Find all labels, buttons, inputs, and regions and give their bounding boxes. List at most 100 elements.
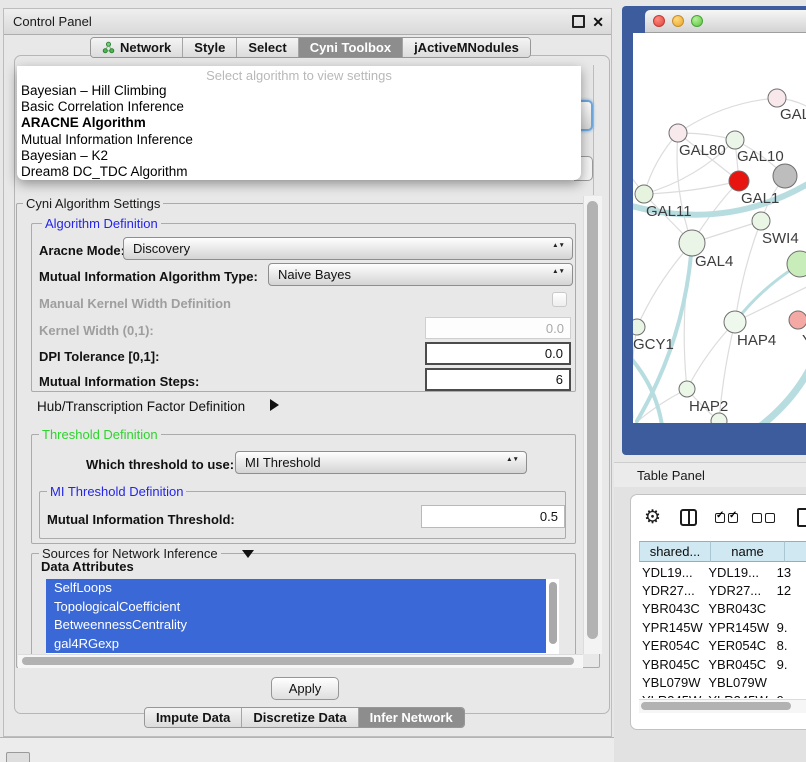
float-window-icon[interactable] — [572, 15, 585, 28]
network-window-titlebar[interactable] — [645, 10, 806, 33]
which-threshold-select[interactable]: MI Threshold ▲▼ — [235, 451, 527, 474]
list-scrollbar[interactable] — [549, 582, 557, 644]
minimize-traffic-light-icon[interactable] — [672, 15, 684, 27]
manual-kernel-label: Manual Kernel Width Definition — [39, 296, 231, 311]
control-panel-titlebar[interactable]: Control Panel ✕ — [4, 9, 611, 35]
tab-jactivemnodules[interactable]: jActiveMNodules — [403, 38, 530, 57]
bottom-tab-discretize-data[interactable]: Discretize Data — [242, 708, 358, 727]
aracne-mode-select[interactable]: Discovery ▲▼ — [123, 237, 573, 260]
attribute-item-topologicalcoefficient[interactable]: TopologicalCoefficient — [46, 598, 546, 617]
corner-button-fragment[interactable] — [6, 752, 30, 762]
table-row[interactable]: YDL19...YDL19...13 — [639, 563, 806, 581]
tab-cyni-toolbox[interactable]: Cyni Toolbox — [299, 38, 403, 57]
dpi-tolerance-field[interactable]: 0.0 — [425, 342, 571, 365]
expander-arrow-down-icon[interactable] — [242, 550, 254, 558]
select-all-checkboxes-icon[interactable] — [715, 513, 738, 523]
network-node-label: HAP4 — [737, 332, 776, 349]
algorithm-option-aracne-algorithm[interactable]: ARACNE Algorithm — [17, 115, 581, 131]
network-node-swi4[interactable] — [752, 212, 770, 230]
column-header-name[interactable]: name — [711, 541, 785, 562]
expander-arrow-right-icon[interactable] — [270, 399, 279, 411]
network-node-gal80[interactable] — [669, 124, 687, 142]
mi-threshold-legend: MI Threshold Definition — [47, 484, 186, 499]
table-row[interactable]: YDR27...YDR27...12 — [639, 581, 806, 599]
apply-button[interactable]: Apply — [271, 677, 339, 700]
tab-style[interactable]: Style — [183, 38, 237, 57]
settings-hscrollbar[interactable] — [18, 654, 583, 668]
network-node-gal10[interactable] — [726, 131, 744, 149]
mi-steps-field[interactable]: 6 — [425, 368, 571, 391]
network-node-gcy1[interactable] — [633, 319, 645, 335]
bottom-tab-impute-data[interactable]: Impute Data — [145, 708, 242, 727]
network-node-label: GAL10 — [737, 148, 784, 165]
network-node-gray1[interactable] — [773, 164, 797, 188]
table-row[interactable]: YPR145WYPR145W9. — [639, 618, 806, 636]
network-node-grnR[interactable] — [787, 251, 806, 277]
network-node-y[interactable] — [789, 311, 806, 329]
table-panel-titlebar[interactable]: Table Panel — [614, 462, 806, 489]
document-icon[interactable] — [797, 508, 806, 527]
attribute-item-selfloops[interactable]: SelfLoops — [46, 579, 546, 598]
dpi-tolerance-label: DPI Tolerance [0,1]: — [39, 349, 159, 364]
top-tabbar: NetworkStyleSelectCyni ToolboxjActiveMNo… — [90, 37, 531, 58]
column-header-a[interactable]: A — [785, 541, 806, 562]
control-panel-title: Control Panel — [4, 14, 92, 29]
network-node-label: GAL1 — [741, 190, 779, 207]
bottom-tabbar: Impute DataDiscretize DataInfer Network — [144, 707, 465, 728]
network-node-gal1[interactable] — [729, 171, 749, 191]
table-rows: YDL19...YDL19...13YDR27...YDR27...12YBR0… — [639, 563, 806, 698]
deselect-checkboxes-icon[interactable] — [752, 513, 775, 523]
network-node-gal11[interactable] — [635, 185, 653, 203]
network-node-label: GAL11 — [646, 203, 692, 220]
algorithm-popup-items: Bayesian – Hill ClimbingBasic Correlatio… — [17, 83, 581, 180]
algorithm-option-basic-correlation-inference[interactable]: Basic Correlation Inference — [17, 99, 581, 115]
table-row[interactable]: YER054CYER054C8. — [639, 637, 806, 655]
close-traffic-light-icon[interactable] — [653, 15, 665, 27]
network-node-hap4[interactable] — [724, 311, 746, 333]
network-canvas[interactable]: GALGAL80GAL10GAL1GAL11SWI4GAL4GCY1HAP4YH… — [633, 33, 806, 423]
close-icon[interactable]: ✕ — [592, 15, 604, 29]
network-node-label: GAL — [780, 106, 806, 123]
table-row[interactable]: YLR345WYLR345W9. — [639, 692, 806, 698]
mi-steps-label: Mutual Information Steps: — [39, 374, 199, 389]
mi-type-label: Mutual Information Algorithm Type: — [39, 269, 258, 284]
data-attributes-list[interactable]: SelfLoopsTopologicalCoefficientBetweenne… — [46, 579, 559, 655]
mi-type-select[interactable]: Naive Bayes ▲▼ — [268, 263, 573, 286]
network-edge — [644, 133, 678, 194]
table-row[interactable]: YBR045CYBR045C9. — [639, 655, 806, 673]
zoom-traffic-light-icon[interactable] — [691, 15, 703, 27]
network-icon — [102, 41, 115, 54]
network-view-window[interactable]: GALGAL80GAL10GAL1GAL11SWI4GAL4GCY1HAP4YH… — [622, 6, 806, 455]
network-node-label: GAL4 — [695, 253, 733, 270]
table-hscrollbar[interactable] — [639, 699, 806, 713]
which-threshold-label: Which threshold to use: — [86, 457, 234, 472]
column-header-shared[interactable]: shared... — [639, 541, 711, 562]
algorithm-option-dream8-dc-tdc-algorithm[interactable]: Dream8 DC_TDC Algorithm — [17, 164, 581, 180]
algorithm-option-mutual-information-inference[interactable]: Mutual Information Inference — [17, 132, 581, 148]
network-edge — [637, 243, 692, 327]
hub-section-expander[interactable]: Hub/Transcription Factor Definition — [37, 399, 245, 414]
tab-network[interactable]: Network — [91, 38, 183, 57]
table-row[interactable]: YBL079WYBL079W — [639, 673, 806, 691]
tab-select[interactable]: Select — [237, 38, 298, 57]
algorithm-option-bayesian-hill-climbing[interactable]: Bayesian – Hill Climbing — [17, 83, 581, 99]
algorithm-option-bayesian-k2[interactable]: Bayesian – K2 — [17, 148, 581, 164]
network-node-gal[interactable] — [768, 89, 786, 107]
combo-arrows-icon: ▲▼ — [506, 456, 519, 463]
bottom-tab-infer-network[interactable]: Infer Network — [359, 708, 464, 727]
control-panel-window: Control Panel ✕ NetworkStyleSelectCyni T… — [3, 8, 612, 737]
attribute-item-gal4rgexp[interactable]: gal4RGexp — [46, 635, 546, 654]
threshold-definition-legend: Threshold Definition — [39, 427, 161, 442]
column-layout-icon[interactable] — [680, 509, 697, 526]
cyni-settings-legend: Cyni Algorithm Settings — [23, 196, 163, 211]
combo-arrows-icon: ▲▼ — [552, 242, 565, 249]
mi-threshold-field[interactable]: 0.5 — [421, 505, 565, 528]
table-row[interactable]: YBR043CYBR043C — [639, 600, 806, 618]
settings-gear-icon[interactable]: ⚙ — [644, 506, 661, 529]
attribute-item-betweennesscentrality[interactable]: BetweennessCentrality — [46, 616, 546, 635]
network-node-hap2[interactable] — [679, 381, 695, 397]
mi-threshold-label: Mutual Information Threshold: — [47, 512, 235, 527]
combo-arrows-icon: ▲▼ — [552, 268, 565, 275]
settings-vscrollbar[interactable] — [583, 196, 602, 654]
table-panel-title: Table Panel — [614, 468, 705, 483]
